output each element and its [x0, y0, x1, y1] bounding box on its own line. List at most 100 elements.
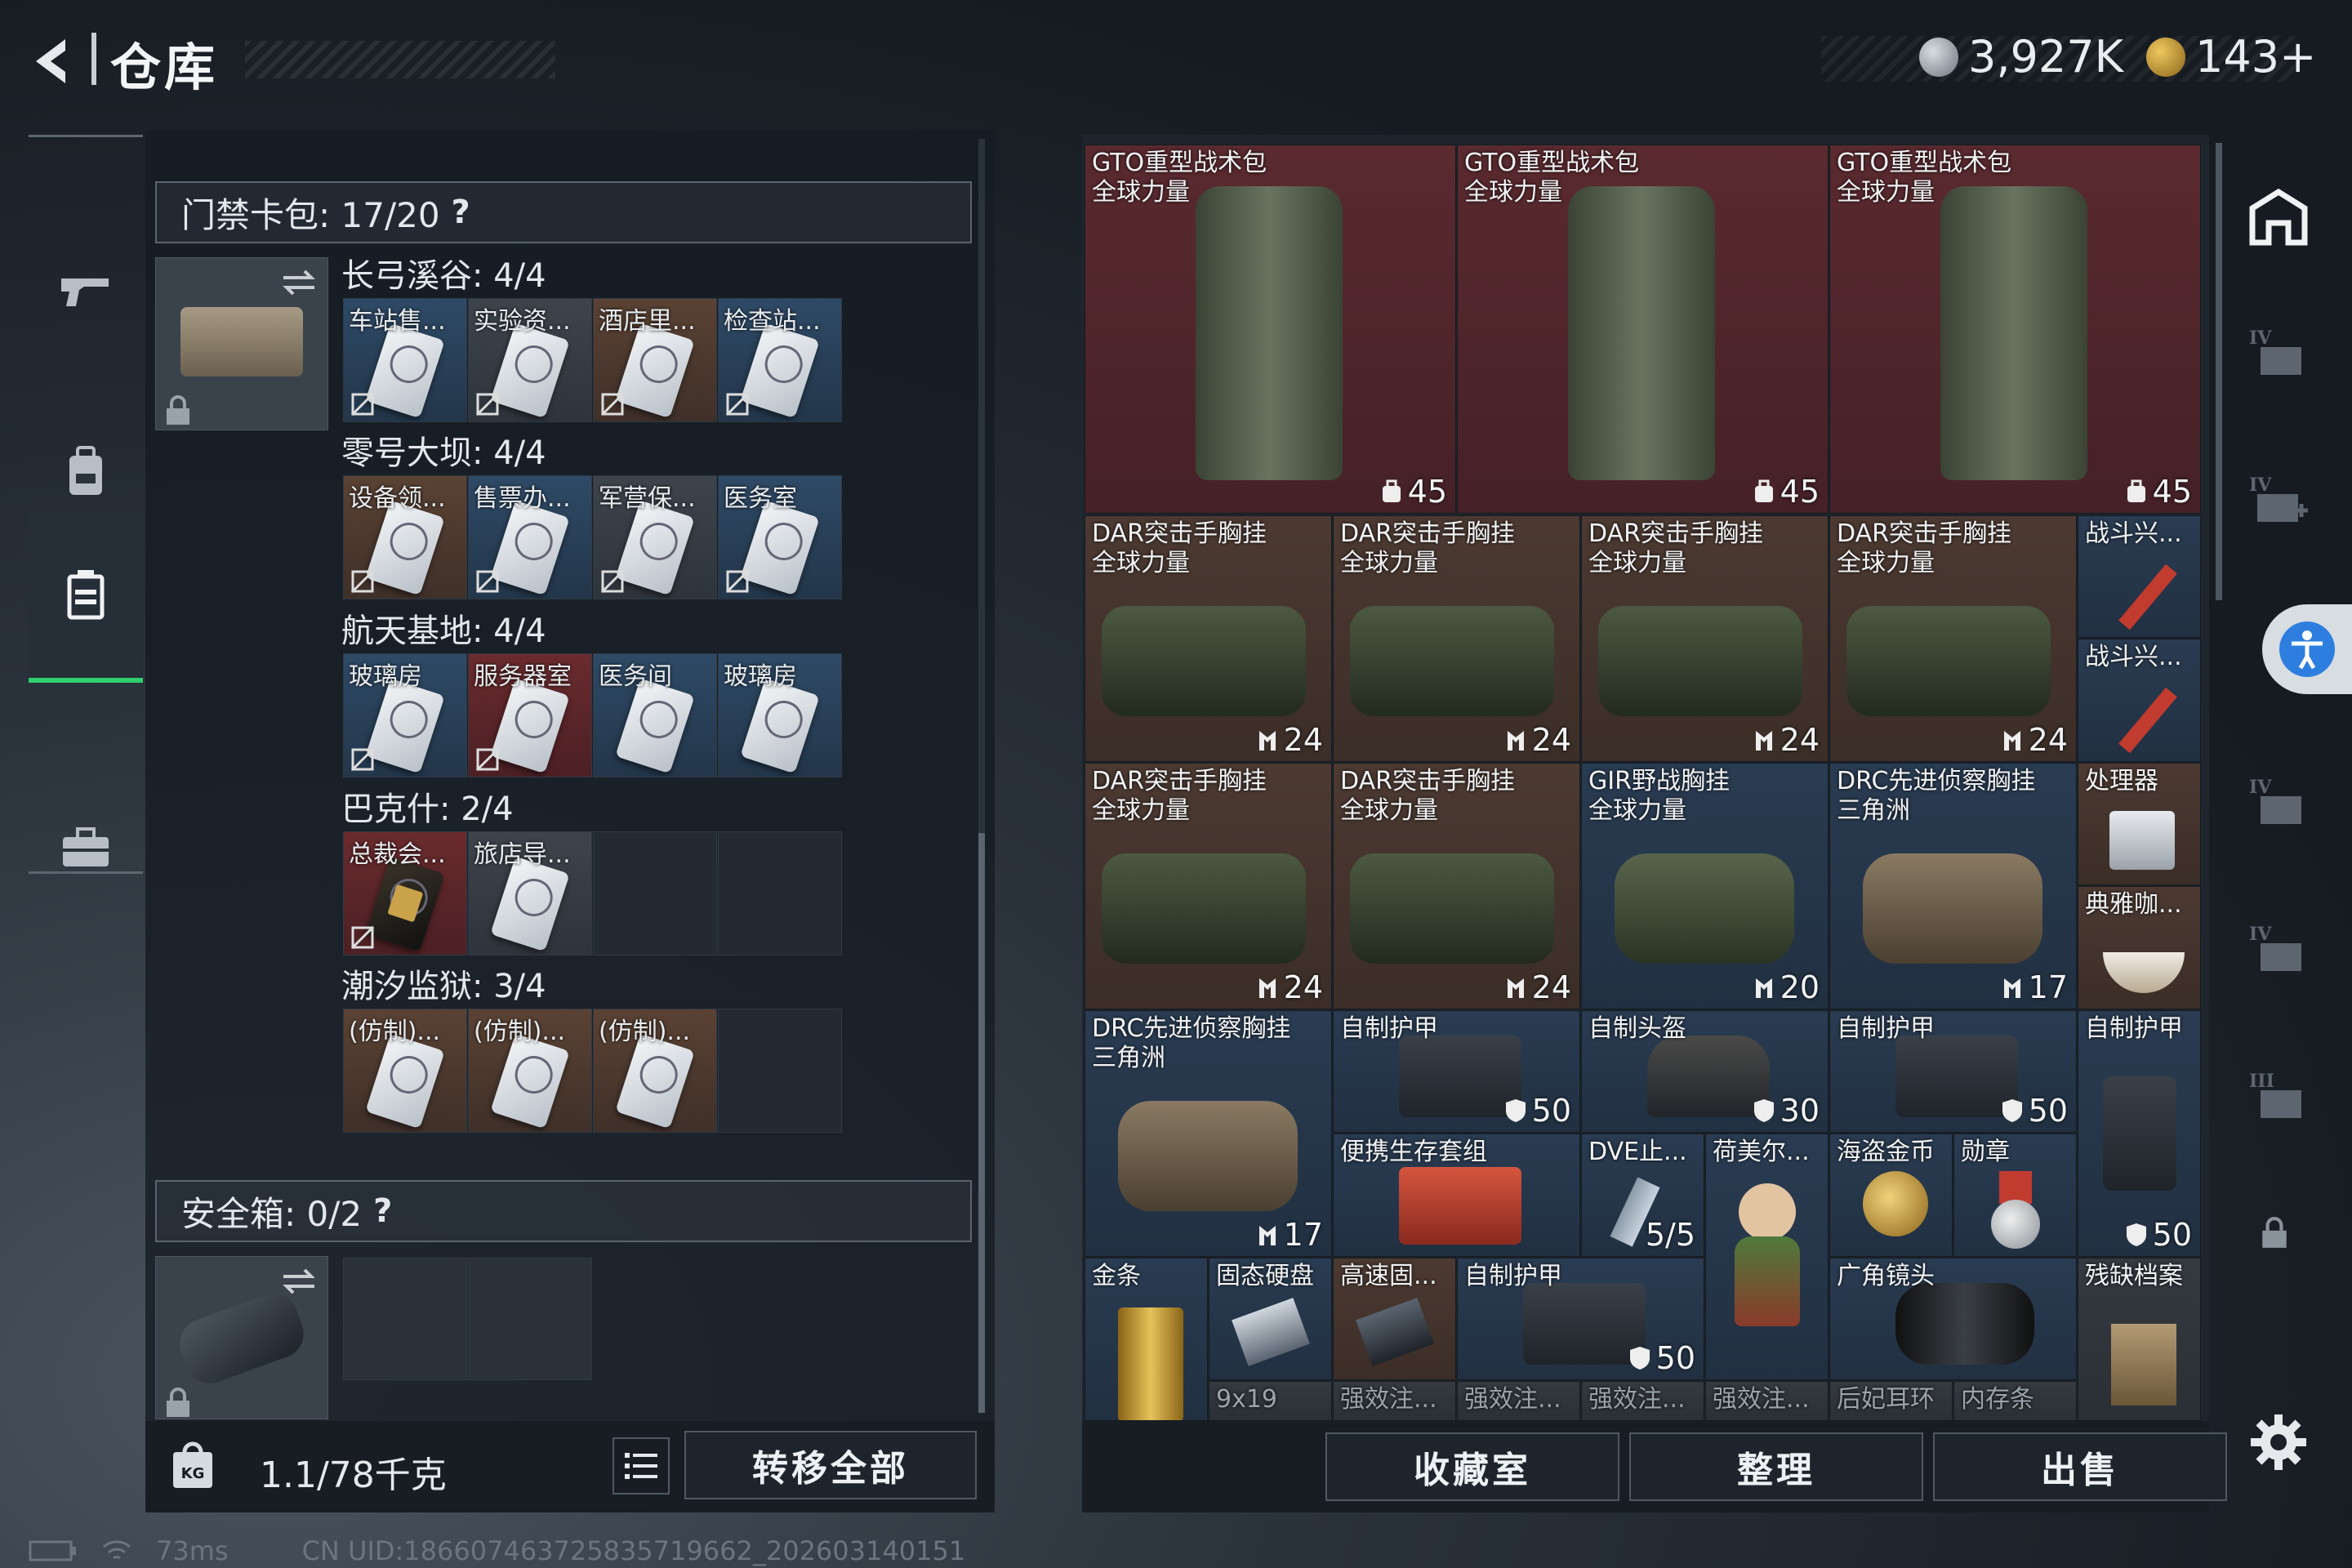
keycard-help-icon[interactable]: ? — [452, 194, 470, 231]
inventory-item-chest-rig[interactable]: DAR突击手胸挂 全球力量 24 — [1333, 763, 1580, 1009]
keycard-slot[interactable]: 设备领... — [343, 475, 467, 599]
storage-tab-iv-icon[interactable]: IV — [2246, 323, 2311, 388]
empty-keycard-slot[interactable] — [718, 1009, 842, 1133]
keycard-slot[interactable]: 实验资... — [468, 298, 592, 422]
swap-icon[interactable] — [278, 266, 319, 299]
keycard-slot[interactable]: 玻璃房 — [343, 653, 467, 777]
keycard-slot[interactable]: 售票办... — [468, 475, 592, 599]
inventory-item-ssd[interactable]: 固态硬盘 — [1209, 1258, 1332, 1380]
keycard-pack-slot[interactable] — [155, 257, 328, 430]
currency-premium[interactable]: 143+ — [2146, 31, 2316, 82]
inventory-item-partial[interactable]: 后妃耳环 — [1829, 1381, 1953, 1421]
keycard-slot[interactable]: 酒店里... — [593, 298, 717, 422]
keycard-slot[interactable]: 军营保... — [593, 475, 717, 599]
slot-label: 玻璃房 — [724, 662, 797, 691]
inventory-item-backpack[interactable]: GTO重型战术包 全球力量 45 — [1829, 145, 2201, 514]
sidebar-tab-supplies[interactable] — [29, 766, 143, 929]
inventory-item-partial[interactable]: 强效注... — [1457, 1381, 1580, 1421]
swap-icon[interactable] — [278, 1265, 319, 1298]
accessibility-button[interactable] — [2262, 604, 2352, 694]
inventory-item-chest-rig[interactable]: DAR突击手胸挂 全球力量 24 — [1581, 515, 1829, 762]
inventory-item-flare[interactable]: 战斗兴... — [2078, 515, 2201, 638]
inventory-item-armor[interactable]: 自制护甲 50 — [1829, 1010, 2077, 1133]
inventory-item-figurine[interactable]: 荷美尔... — [1705, 1134, 1829, 1380]
inventory-item-partial[interactable]: 强效注... — [1333, 1381, 1456, 1421]
item-name: 荷美尔... — [1713, 1138, 1810, 1166]
empty-safebox-slot[interactable] — [468, 1258, 592, 1380]
keycard-slot[interactable]: (仿制)... — [343, 1009, 467, 1133]
rig-capacity-icon — [1507, 731, 1524, 751]
storage-tab-iii-icon[interactable]: III — [2246, 1066, 2311, 1131]
inventory-item-archive[interactable]: 残缺档案 — [2078, 1258, 2201, 1421]
inventory-item-processor[interactable]: 处理器 — [2078, 763, 2201, 885]
empty-keycard-slot[interactable] — [593, 831, 717, 956]
transfer-all-button[interactable]: 转移全部 — [684, 1431, 977, 1499]
inventory-item-gold-bar[interactable]: 金条 — [1085, 1258, 1208, 1421]
inventory-item-partial[interactable]: 强效注... — [1705, 1381, 1829, 1421]
sidebar-tab-weapons[interactable] — [29, 211, 143, 374]
inventory-item-armor[interactable]: 自制护甲 50 — [2078, 1010, 2201, 1257]
keycard-slot[interactable]: 服务器室 — [468, 653, 592, 777]
warehouse-icon[interactable] — [2246, 184, 2311, 249]
keycard-slot[interactable]: (仿制)... — [468, 1009, 592, 1133]
storage-tab-iv-icon[interactable]: IV — [2246, 919, 2311, 984]
keycard-slot[interactable]: (仿制)... — [593, 1009, 717, 1133]
inventory-item-backpack[interactable]: GTO重型战术包 全球力量 45 — [1457, 145, 1829, 514]
inventory-item-dve[interactable]: DVE止... 5/5 — [1581, 1134, 1704, 1257]
inventory-item-lens[interactable]: 广角镜头 — [1829, 1258, 2077, 1380]
storage-tab-iv-icon[interactable]: IV — [2246, 772, 2311, 837]
inventory-item-pirate-coin[interactable]: 海盗金币 — [1829, 1134, 1953, 1257]
currency-coins[interactable]: 3,927K — [1919, 31, 2123, 82]
inventory-item-chest-rig[interactable]: DAR突击手胸挂 全球力量 24 — [1829, 515, 2077, 762]
inventory-item-chest-rig[interactable]: DAR突击手胸挂 全球力量 24 — [1085, 763, 1332, 1009]
gun-icon — [61, 278, 109, 306]
inventory-item-chest-rig[interactable]: DRC先进侦察胸挂 三角洲 17 — [1085, 1010, 1332, 1257]
figurine-image — [1739, 1183, 1796, 1241]
keycard-slot[interactable]: 检查站... — [718, 298, 842, 422]
inventory-item-helmet[interactable]: 自制头盔 30 — [1581, 1010, 1829, 1133]
weight-icon: KG — [173, 1441, 212, 1488]
inventory-item-armor[interactable]: 自制护甲 50 — [1333, 1010, 1580, 1133]
inventory-item-fast-ssd[interactable]: 高速固... — [1333, 1258, 1456, 1380]
item-durability: 24 — [2001, 722, 2068, 758]
inventory-item-partial[interactable]: 9x19 — [1209, 1381, 1332, 1421]
backpack-capacity-icon — [2127, 479, 2145, 502]
organize-button[interactable]: 整理 — [1629, 1432, 1923, 1501]
keycard-image — [615, 500, 695, 596]
inventory-item-coffee-cup[interactable]: 典雅咖... — [2078, 886, 2201, 1009]
keycard-slot[interactable]: 旅店导... — [468, 831, 592, 956]
keycard-slot[interactable]: 医务间 — [593, 653, 717, 777]
storage-tab-add-icon[interactable]: IV — [2246, 470, 2311, 535]
svg-text:III: III — [2249, 1071, 2274, 1092]
inventory-item-chest-rig[interactable]: DAR突击手胸挂 全球力量 24 — [1333, 515, 1580, 762]
sidebar-tab-containers[interactable] — [29, 511, 143, 683]
safebox-help-icon[interactable]: ? — [373, 1192, 392, 1230]
inventory-item-partial[interactable]: 强效注... — [1581, 1381, 1704, 1421]
empty-safebox-slot[interactable] — [343, 1258, 467, 1380]
not-taken-in-icon — [600, 392, 625, 416]
inventory-item-flare[interactable]: 战斗兴... — [2078, 639, 2201, 762]
settings-gear-icon[interactable] — [2247, 1411, 2310, 1473]
inventory-item-medal[interactable]: 勋章 — [1953, 1134, 2077, 1257]
keycard-slot[interactable]: 总裁会... — [343, 831, 467, 956]
item-durability: 24 — [1753, 722, 1820, 758]
back-arrow-icon[interactable] — [24, 33, 82, 90]
sell-button[interactable]: 出售 — [1933, 1432, 2227, 1501]
inventory-item-chest-rig[interactable]: GIR野战胸挂 全球力量 20 — [1581, 763, 1829, 1009]
collection-room-button[interactable]: 收藏室 — [1325, 1432, 1619, 1501]
safebox-slot[interactable] — [155, 1256, 328, 1419]
keycard-slot[interactable]: 医务室 — [718, 475, 842, 599]
inventory-item-backpack[interactable]: GTO重型战术包 全球力量 45 — [1085, 145, 1456, 514]
left-scrollbar-thumb[interactable] — [978, 833, 985, 1413]
empty-keycard-slot[interactable] — [718, 831, 842, 956]
keycard-slot[interactable]: 车站售... — [343, 298, 467, 422]
inventory-item-partial[interactable]: 内存条 — [1953, 1381, 2077, 1421]
inventory-item-chest-rig[interactable]: DRC先进侦察胸挂 三角洲 17 — [1829, 763, 2077, 1009]
keycard-slot[interactable]: 玻璃房 — [718, 653, 842, 777]
backpack-capacity-icon — [1382, 479, 1401, 502]
lock-icon — [167, 1388, 189, 1417]
inventory-item-armor[interactable]: 自制护甲 50 — [1457, 1258, 1704, 1380]
list-view-button[interactable] — [612, 1437, 670, 1494]
inventory-item-chest-rig[interactable]: DAR突击手胸挂 全球力量 24 — [1085, 515, 1332, 762]
inventory-item-survival-kit[interactable]: 便携生存套组 — [1333, 1134, 1580, 1257]
